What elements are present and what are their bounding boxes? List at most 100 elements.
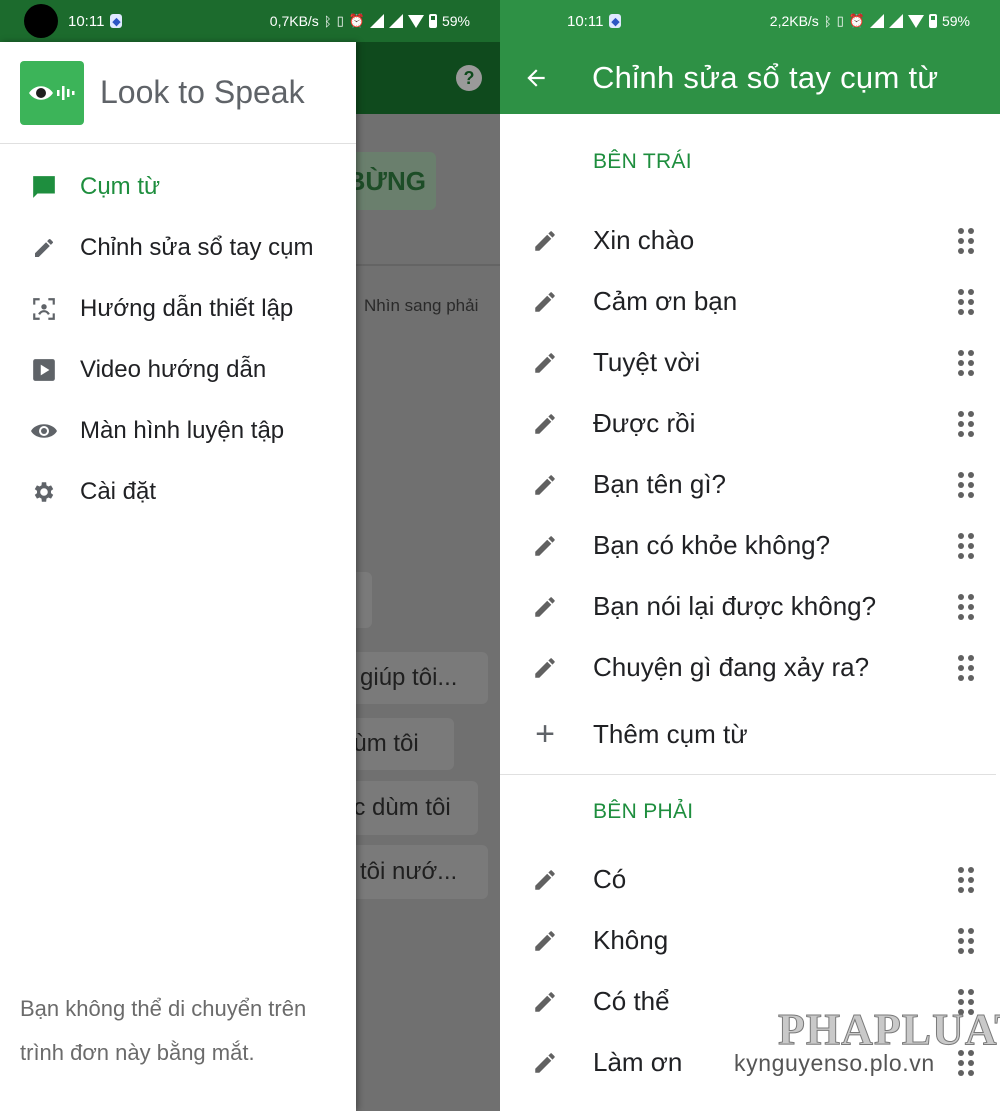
phrase-label: Làm ơn (593, 1047, 683, 1077)
drag-handle-icon[interactable] (958, 927, 974, 954)
pencil-icon[interactable] (531, 288, 559, 316)
drag-handle-icon[interactable] (958, 866, 974, 893)
pencil-icon[interactable] (531, 1049, 559, 1077)
drawer-footer-note: Bạn không thể di chuyển trên trình đơn n… (20, 996, 307, 1065)
phrase-row[interactable]: Được rồi (500, 393, 1000, 454)
watermark-logo: PHAPLUAT (778, 1005, 1000, 1055)
status-icons: 2,2KB/s ᛒ ▯ ⏰ 59% (770, 13, 1000, 29)
signal-icon-2 (388, 14, 403, 28)
pencil-icon[interactable] (531, 593, 559, 621)
battery-level: 59% (441, 13, 470, 29)
menu-item-edit-phrasebook[interactable]: Chỉnh sửa sổ tay cụm (0, 217, 356, 278)
pencil-icon[interactable] (531, 349, 559, 377)
app-name: Look to Speak (100, 74, 305, 110)
plus-icon: + (535, 715, 555, 753)
phrase-row[interactable]: Tuyệt vời (500, 332, 1000, 393)
wifi-icon (407, 14, 424, 28)
alarm-icon: ⏰ (848, 13, 865, 28)
drag-handle-icon[interactable] (958, 288, 974, 315)
phrasebook-editor: BÊN TRÁI Xin chào Cảm ơn bạn Tuyệt vời Được… (500, 114, 1000, 1111)
battery-level: 59% (941, 13, 970, 29)
signal-icon (869, 14, 884, 28)
menu-item-video-tutorial[interactable]: Video hướng dẫn (0, 339, 356, 400)
arrow-back-icon (527, 69, 545, 87)
left-screen: 10:11 ◆ 0,7KB/s ᛒ ▯ ⏰ 59% ? BỪNG Nhìn sa… (0, 0, 500, 1111)
status-bar: 10:11 ◆ 2,2KB/s ᛒ ▯ ⏰ 59% (500, 0, 1000, 42)
pencil-icon[interactable] (531, 410, 559, 438)
pencil-icon[interactable] (531, 866, 559, 894)
section-title-right: BÊN PHẢI (593, 800, 694, 823)
drag-handle-icon[interactable] (958, 471, 974, 498)
phrase-label: Không (593, 925, 669, 955)
status-bar: 10:11 ◆ 0,7KB/s ᛒ ▯ ⏰ 59% (0, 0, 500, 42)
navigation-drawer: Look to Speak Cụm từ Chỉnh sửa sổ tay cụ… (0, 42, 356, 1111)
status-time: 10:11 (68, 12, 105, 30)
watermark-url: kynguyenso.plo.vn (734, 1050, 935, 1076)
vibrate-icon: ▯ (336, 13, 344, 28)
menu-item-label: Video hướng dẫn (80, 355, 267, 383)
phrase-row[interactable]: Có (500, 849, 1000, 910)
battery-icon (928, 14, 937, 28)
menu-item-label: Cụm từ (80, 172, 161, 200)
background-divider (350, 264, 500, 266)
menu-item-label: Màn hình luyện tập (80, 416, 285, 444)
phrase-label: Được rồi (593, 408, 696, 438)
wifi-icon (907, 14, 924, 28)
menu-item-label: Hướng dẫn thiết lập (80, 294, 294, 322)
vibrate-icon: ▯ (836, 13, 844, 28)
bluetooth-icon: ᛒ (823, 13, 832, 29)
phrase-row[interactable]: Cảm ơn bạn (500, 271, 1000, 332)
phrase-row[interactable]: Xin chào (500, 210, 1000, 271)
app-logo (20, 60, 84, 125)
play-icon (30, 356, 58, 384)
pencil-icon[interactable] (531, 532, 559, 560)
phrase-label: Bạn nói lại được không? (593, 591, 877, 621)
pencil-icon[interactable] (531, 927, 559, 955)
drag-handle-icon[interactable] (958, 593, 974, 620)
menu-item-practice-screen[interactable]: Màn hình luyện tập (0, 400, 356, 461)
add-phrase-button[interactable]: + Thêm cụm từ (500, 698, 1000, 770)
eye-icon (30, 417, 58, 445)
phrase-label: Bạn tên gì? (593, 469, 726, 499)
right-screen: 10:11 ◆ 2,2KB/s ᛒ ▯ ⏰ 59% Chỉnh sửa sổ t… (500, 0, 1000, 1111)
pencil-icon[interactable] (531, 654, 559, 682)
battery-icon (428, 14, 437, 28)
pencil-icon[interactable] (531, 471, 559, 499)
drag-handle-icon[interactable] (958, 410, 974, 437)
phrase-row[interactable]: Chuyện gì đang xảy ra? (500, 637, 1000, 698)
status-icons: 0,7KB/s ᛒ ▯ ⏰ 59% (270, 13, 500, 29)
menu-item-phrases[interactable]: Cụm từ (0, 156, 356, 217)
section-title-left: BÊN TRÁI (593, 150, 692, 173)
message-icon (30, 173, 58, 201)
back-button[interactable] (506, 42, 566, 114)
menu-item-setup-guide[interactable]: Hướng dẫn thiết lập (0, 278, 356, 339)
left-phrase-list: Xin chào Cảm ơn bạn Tuyệt vời Được rồi Bạn t… (500, 210, 1000, 698)
toolbar: Chỉnh sửa sổ tay cụm từ (500, 42, 1000, 114)
phrase-label: Cảm ơn bạn (593, 286, 738, 316)
phrase-row[interactable]: Bạn nói lại được không? (500, 576, 1000, 637)
menu-item-settings[interactable]: Cài đặt (0, 461, 356, 522)
help-icon: ? (456, 65, 482, 91)
phrase-label: Chuyện gì đang xảy ra? (593, 652, 870, 682)
menu-item-label: Chỉnh sửa sổ tay cụm (80, 233, 314, 261)
drawer-header: Look to Speak (0, 42, 356, 144)
drag-handle-icon[interactable] (958, 654, 974, 681)
page-title: Chỉnh sửa sổ tay cụm từ (592, 60, 939, 95)
alarm-icon: ⏰ (348, 13, 365, 28)
phrase-row[interactable]: Bạn tên gì? (500, 454, 1000, 515)
pencil-icon[interactable] (531, 988, 559, 1016)
pencil-icon[interactable] (531, 227, 559, 255)
phrase-row[interactable]: Làm ơn giúp tôi một chút (500, 1093, 1000, 1111)
shield-icon: ◆ (609, 14, 622, 28)
phrase-label: Bạn có khỏe không? (593, 530, 831, 560)
phrase-row[interactable]: Không (500, 910, 1000, 971)
drag-handle-icon[interactable] (958, 227, 974, 254)
drag-handle-icon[interactable] (958, 532, 974, 559)
bluetooth-icon: ᛒ (323, 13, 332, 29)
signal-icon (369, 14, 384, 28)
phrase-label: Xin chào (593, 225, 695, 255)
drag-handle-icon[interactable] (958, 349, 974, 376)
face-scan-icon (30, 295, 58, 323)
network-speed: 0,7KB/s (269, 13, 319, 29)
phrase-row[interactable]: Bạn có khỏe không? (500, 515, 1000, 576)
